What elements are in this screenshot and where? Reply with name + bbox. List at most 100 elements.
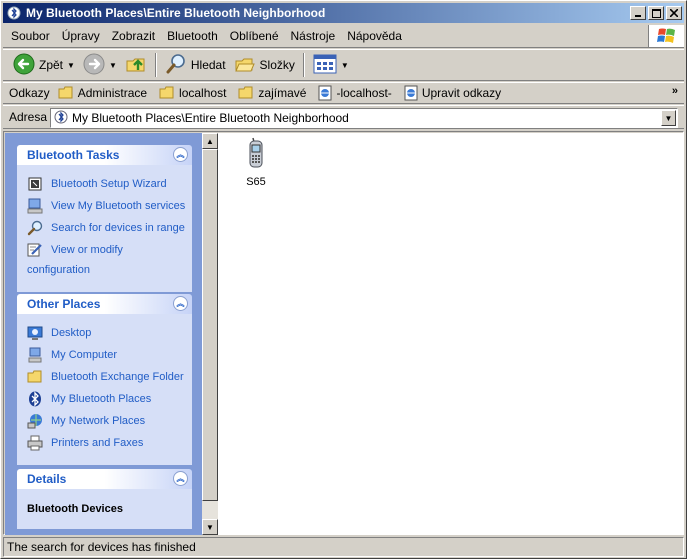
place-label: My Network Places: [51, 415, 146, 427]
search-label: Hledat: [190, 58, 226, 72]
minimize-button[interactable]: [630, 6, 646, 20]
search-icon: [27, 220, 43, 236]
menu-zobrazit[interactable]: Zobrazit: [106, 29, 161, 43]
task-view-services[interactable]: View My Bluetooth services: [27, 198, 188, 215]
task-setup-wizard[interactable]: Bluetooth Setup Wizard: [27, 176, 188, 193]
bluetooth-icon: [27, 391, 43, 407]
menu-nastroje[interactable]: Nástroje: [285, 29, 342, 43]
place-exchange-folder[interactable]: Bluetooth Exchange Folder: [27, 369, 188, 386]
content-view: S65: [218, 133, 684, 535]
window-title: My Bluetooth Places\Entire Bluetooth Nei…: [26, 6, 326, 20]
address-bar: Adresa My Bluetooth Places\Entire Blueto…: [3, 105, 684, 129]
place-printers-faxes[interactable]: Printers and Faxes: [27, 435, 188, 452]
link-label: localhost: [179, 86, 227, 100]
place-my-network-places[interactable]: My Network Places: [27, 413, 188, 430]
place-label: Bluetooth Exchange Folder: [51, 371, 184, 383]
details-body: Bluetooth Devices: [17, 489, 192, 529]
setup-wizard-icon: [27, 176, 43, 192]
back-dropdown-icon[interactable]: ▼: [67, 61, 75, 70]
links-label: Odkazy: [9, 86, 50, 100]
task-view-modify-config[interactable]: View or modify: [27, 242, 188, 259]
place-label: My Bluetooth Places: [51, 393, 152, 405]
network-places-icon: [27, 413, 43, 429]
up-folder-button[interactable]: [121, 51, 151, 79]
bluetooth-tasks-header[interactable]: Bluetooth Tasks ︽: [17, 145, 192, 165]
link-label: Administrace: [77, 86, 148, 100]
menu-upravy[interactable]: Úpravy: [56, 29, 106, 43]
scroll-down-button[interactable]: ▼: [202, 519, 218, 535]
standard-toolbar: Zpět ▼ ▼ Hledat Složky ▼: [3, 49, 684, 81]
menu-bar: Soubor Úpravy Zobrazit Bluetooth Oblíben…: [3, 25, 684, 48]
device-item[interactable]: S65: [240, 137, 272, 188]
place-desktop[interactable]: Desktop: [27, 325, 188, 342]
links-more-icon[interactable]: »: [672, 85, 678, 97]
mobile-phone-icon: [246, 137, 266, 172]
link-zajimave[interactable]: zajímavé: [238, 86, 306, 100]
folder-icon: [27, 369, 43, 385]
folders-button[interactable]: Složky: [230, 51, 299, 79]
address-label: Adresa: [9, 110, 48, 124]
scroll-thumb[interactable]: [202, 149, 218, 501]
address-input[interactable]: My Bluetooth Places\Entire Bluetooth Nei…: [50, 108, 678, 128]
task-label: View or modify: [51, 244, 123, 256]
link-label: zajímavé: [258, 86, 307, 100]
other-places-panel: Other Places ︽ Desktop My Computer Bluet…: [17, 294, 192, 465]
place-my-computer[interactable]: My Computer: [27, 347, 188, 364]
up-folder-icon: [125, 53, 147, 78]
views-button[interactable]: ▼: [309, 51, 353, 79]
collapse-chevron-icon[interactable]: ︽: [173, 147, 188, 162]
other-places-header[interactable]: Other Places ︽: [17, 294, 192, 314]
device-name: S65: [246, 176, 266, 188]
address-value: My Bluetooth Places\Entire Bluetooth Nei…: [72, 111, 349, 125]
bluetooth-places-icon: [6, 5, 22, 21]
title-bar[interactable]: My Bluetooth Places\Entire Bluetooth Nei…: [3, 3, 684, 23]
internet-page-icon: [404, 85, 418, 101]
computer-icon: [27, 198, 43, 214]
task-label: Bluetooth Setup Wizard: [51, 178, 167, 190]
link-administrace[interactable]: Administrace: [58, 86, 147, 100]
details-header[interactable]: Details ︽: [17, 469, 192, 489]
printer-icon: [27, 435, 43, 451]
forward-button[interactable]: ▼: [79, 51, 121, 79]
link-localhost[interactable]: localhost: [159, 86, 226, 100]
place-label: Printers and Faxes: [51, 437, 144, 449]
scroll-up-button[interactable]: ▲: [202, 133, 218, 149]
back-arrow-icon: [13, 53, 35, 78]
collapse-chevron-icon[interactable]: ︽: [173, 296, 188, 311]
other-places-body: Desktop My Computer Bluetooth Exchange F…: [17, 314, 192, 465]
search-button[interactable]: Hledat: [161, 51, 230, 79]
task-pane-scrollbar[interactable]: ▲ ▼: [202, 133, 218, 535]
folder-icon: [58, 86, 74, 100]
forward-dropdown-icon[interactable]: ▼: [109, 61, 117, 70]
windows-logo-icon: [648, 25, 684, 47]
address-dropdown-button[interactable]: ▼: [661, 110, 676, 126]
link-upravit-odkazy[interactable]: Upravit odkazy: [404, 85, 501, 101]
link-localhost-2[interactable]: -localhost-: [318, 85, 392, 101]
menu-soubor[interactable]: Soubor: [3, 29, 56, 43]
panel-title: Bluetooth Tasks: [27, 148, 120, 162]
menu-oblibene[interactable]: Oblíbené: [224, 29, 285, 43]
collapse-chevron-icon[interactable]: ︽: [173, 471, 188, 486]
back-button[interactable]: Zpět ▼: [9, 51, 79, 79]
bluetooth-places-icon: [54, 110, 68, 127]
place-my-bluetooth-places[interactable]: My Bluetooth Places: [27, 391, 188, 408]
task-label: configuration: [27, 264, 90, 276]
close-button[interactable]: [666, 6, 682, 20]
menu-napoveda[interactable]: Nápověda: [341, 29, 408, 43]
links-bar: Odkazy Administrace localhost zajímavé -…: [3, 82, 684, 104]
menu-bluetooth[interactable]: Bluetooth: [161, 29, 224, 43]
link-label: -localhost-: [336, 86, 392, 100]
task-view-modify-config-cont[interactable]: configuration: [27, 262, 188, 279]
bluetooth-tasks-panel: Bluetooth Tasks ︽ Bluetooth Setup Wizard…: [17, 145, 192, 292]
panel-title: Other Places: [27, 297, 101, 311]
task-search-devices[interactable]: Search for devices in range: [27, 220, 188, 237]
bluetooth-tasks-body: Bluetooth Setup Wizard View My Bluetooth…: [17, 165, 192, 292]
task-label: View My Bluetooth services: [51, 200, 186, 212]
views-icon: [313, 54, 337, 77]
views-dropdown-icon[interactable]: ▼: [341, 61, 349, 70]
forward-arrow-icon: [83, 53, 105, 78]
task-pane: Bluetooth Tasks ︽ Bluetooth Setup Wizard…: [5, 133, 202, 535]
maximize-button[interactable]: [648, 6, 664, 20]
explorer-window: My Bluetooth Places\Entire Bluetooth Nei…: [0, 0, 687, 559]
place-label: Desktop: [51, 327, 92, 339]
